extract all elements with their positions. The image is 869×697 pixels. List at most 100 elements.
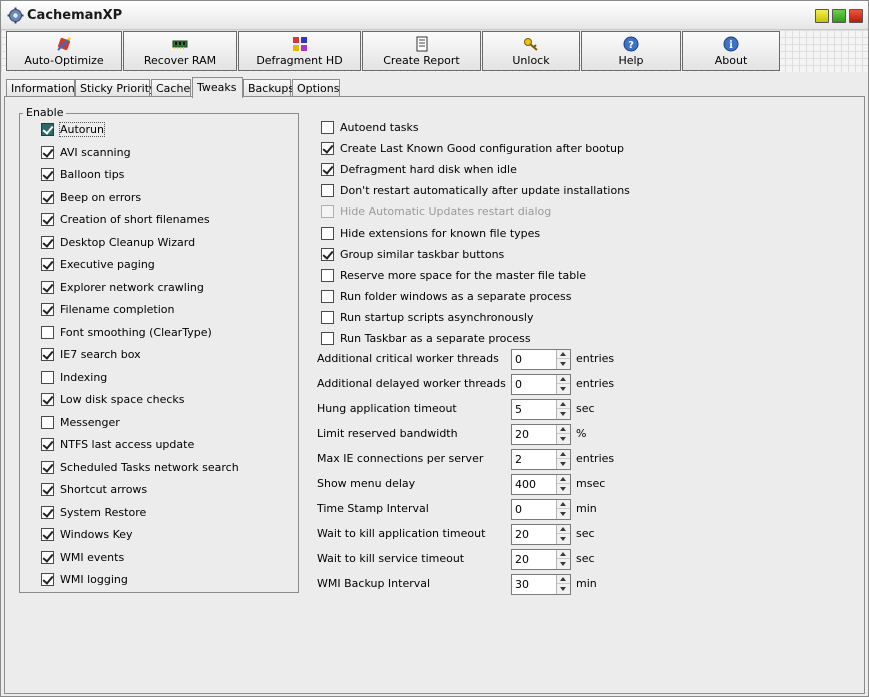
setting-additional-delayed-worker-threads-value[interactable]: 0 — [515, 378, 522, 391]
unlock-button[interactable]: Unlock — [482, 31, 580, 71]
checkbox-box[interactable] — [41, 168, 54, 181]
checkbox-box[interactable] — [41, 191, 54, 204]
checkbox-box[interactable] — [41, 393, 54, 406]
setting-time-stamp-interval-value[interactable]: 0 — [515, 503, 522, 516]
checkbox-box[interactable] — [41, 461, 54, 474]
checkbox-box[interactable] — [321, 311, 334, 324]
minimize-button[interactable] — [815, 9, 829, 23]
checkbox-box[interactable] — [321, 248, 334, 261]
setting-max-ie-connections-per-server-value[interactable]: 2 — [515, 453, 522, 466]
spinner-up-arrow-icon[interactable] — [557, 500, 570, 509]
checkbox-box[interactable] — [41, 281, 54, 294]
help-button[interactable]: ? Help — [581, 31, 681, 71]
checkbox-box[interactable] — [41, 213, 54, 226]
setting-limit-reserved-bandwidth-label: Limit reserved bandwidth — [317, 427, 458, 440]
spinner-up-arrow-icon[interactable] — [557, 450, 570, 459]
checkbox-box[interactable] — [321, 121, 334, 134]
setting-max-ie-connections-per-server-spinner[interactable]: 2 — [511, 449, 571, 470]
setting-hung-application-timeout-value[interactable]: 5 — [515, 403, 522, 416]
setting-limit-reserved-bandwidth-value[interactable]: 20 — [515, 428, 529, 441]
spinner-down-arrow-icon[interactable] — [557, 435, 570, 444]
checkbox-label: Create Last Known Good configuration aft… — [340, 142, 624, 155]
spinner-up-arrow-icon[interactable] — [557, 425, 570, 434]
defragment-hd-button[interactable]: Defragment HD — [238, 31, 361, 71]
spinner-down-arrow-icon[interactable] — [557, 585, 570, 594]
setting-hung-application-timeout-spinner[interactable]: 5 — [511, 399, 571, 420]
setting-wmi-backup-interval-label: WMI Backup Interval — [317, 577, 431, 590]
spinner-up-arrow-icon[interactable] — [557, 475, 570, 484]
spinner-buttons — [556, 450, 570, 469]
checkbox-box[interactable] — [41, 483, 54, 496]
checkbox-box[interactable] — [41, 258, 54, 271]
tab-cache[interactable]: Cache — [151, 79, 191, 97]
checkbox-box[interactable] — [41, 326, 54, 339]
setting-wmi-backup-interval-value[interactable]: 30 — [515, 578, 529, 591]
setting-additional-delayed-worker-threads-spinner[interactable]: 0 — [511, 374, 571, 395]
setting-time-stamp-interval-label: Time Stamp Interval — [317, 502, 429, 515]
checkbox-box[interactable] — [321, 163, 334, 176]
checkbox-box[interactable] — [41, 528, 54, 541]
tab-backups[interactable]: Backups — [243, 79, 294, 97]
checkbox-label: Low disk space checks — [60, 393, 185, 406]
spinner-down-arrow-icon[interactable] — [557, 510, 570, 519]
checkbox-box[interactable] — [321, 184, 334, 197]
spinner-up-arrow-icon[interactable] — [557, 575, 570, 584]
setting-additional-critical-worker-threads-spinner[interactable]: 0 — [511, 349, 571, 370]
setting-wait-to-kill-application-timeout-value[interactable]: 20 — [515, 528, 529, 541]
checkbox-box[interactable] — [41, 371, 54, 384]
checkbox-box[interactable] — [321, 269, 334, 282]
spinner-down-arrow-icon[interactable] — [557, 535, 570, 544]
spinner-up-arrow-icon[interactable] — [557, 400, 570, 409]
spinner-down-arrow-icon[interactable] — [557, 485, 570, 494]
setting-show-menu-delay-spinner[interactable]: 400 — [511, 474, 571, 495]
tab-sticky-priority[interactable]: Sticky Priority — [75, 79, 156, 97]
tab-information[interactable]: Information — [6, 79, 75, 97]
recover-ram-button[interactable]: Recover RAM — [123, 31, 237, 71]
setting-wmi-backup-interval-spinner[interactable]: 30 — [511, 574, 571, 595]
setting-time-stamp-interval-spinner[interactable]: 0 — [511, 499, 571, 520]
spinner-up-arrow-icon[interactable] — [557, 525, 570, 534]
checkbox-label: Reserve more space for the master file t… — [340, 269, 587, 282]
setting-additional-critical-worker-threads-label: Additional critical worker threads — [317, 352, 499, 365]
spinner-up-arrow-icon[interactable] — [557, 350, 570, 359]
spinner-up-arrow-icon[interactable] — [557, 550, 570, 559]
spinner-down-arrow-icon[interactable] — [557, 460, 570, 469]
checkbox-box[interactable] — [321, 332, 334, 345]
checkbox-box[interactable] — [321, 290, 334, 303]
checkbox-box[interactable] — [41, 416, 54, 429]
setting-additional-critical-worker-threads-value[interactable]: 0 — [515, 353, 522, 366]
spinner-down-arrow-icon[interactable] — [557, 385, 570, 394]
checkbox-label: Filename completion — [60, 303, 175, 316]
setting-limit-reserved-bandwidth-spinner[interactable]: 20 — [511, 424, 571, 445]
checkbox-box[interactable] — [41, 348, 54, 361]
about-button[interactable]: i About — [682, 31, 780, 71]
checkbox-box[interactable] — [41, 438, 54, 451]
setting-show-menu-delay-label: Show menu delay — [317, 477, 416, 490]
checkbox-box[interactable] — [41, 506, 54, 519]
create-report-button[interactable]: Create Report — [362, 31, 481, 71]
spinner-down-arrow-icon[interactable] — [557, 560, 570, 569]
checkbox-box[interactable] — [41, 236, 54, 249]
checkbox-box[interactable] — [321, 142, 334, 155]
spinner-up-arrow-icon[interactable] — [557, 375, 570, 384]
tab-tweaks[interactable]: Tweaks — [192, 77, 243, 98]
title-bar: CachemanXP — [1, 1, 868, 30]
checkbox-box[interactable] — [41, 551, 54, 564]
spinner-down-arrow-icon[interactable] — [557, 410, 570, 419]
maximize-button[interactable] — [832, 9, 846, 23]
spinner-down-arrow-icon[interactable] — [557, 360, 570, 369]
checkbox-label: Group similar taskbar buttons — [340, 248, 505, 261]
checkbox-box[interactable] — [41, 123, 54, 136]
setting-wait-to-kill-application-timeout-spinner[interactable]: 20 — [511, 524, 571, 545]
checkbox-box[interactable] — [41, 573, 54, 586]
setting-wait-to-kill-service-timeout-value[interactable]: 20 — [515, 553, 529, 566]
close-button[interactable] — [849, 9, 863, 23]
tab-options[interactable]: Options — [292, 79, 340, 97]
checkbox-box[interactable] — [41, 303, 54, 316]
checkbox-box[interactable] — [321, 227, 334, 240]
checkbox-box[interactable] — [41, 146, 54, 159]
setting-wait-to-kill-service-timeout-spinner[interactable]: 20 — [511, 549, 571, 570]
window-title: CachemanXP — [27, 8, 123, 23]
setting-show-menu-delay-value[interactable]: 400 — [515, 478, 536, 491]
auto-optimize-button[interactable]: Auto-Optimize — [6, 31, 122, 71]
